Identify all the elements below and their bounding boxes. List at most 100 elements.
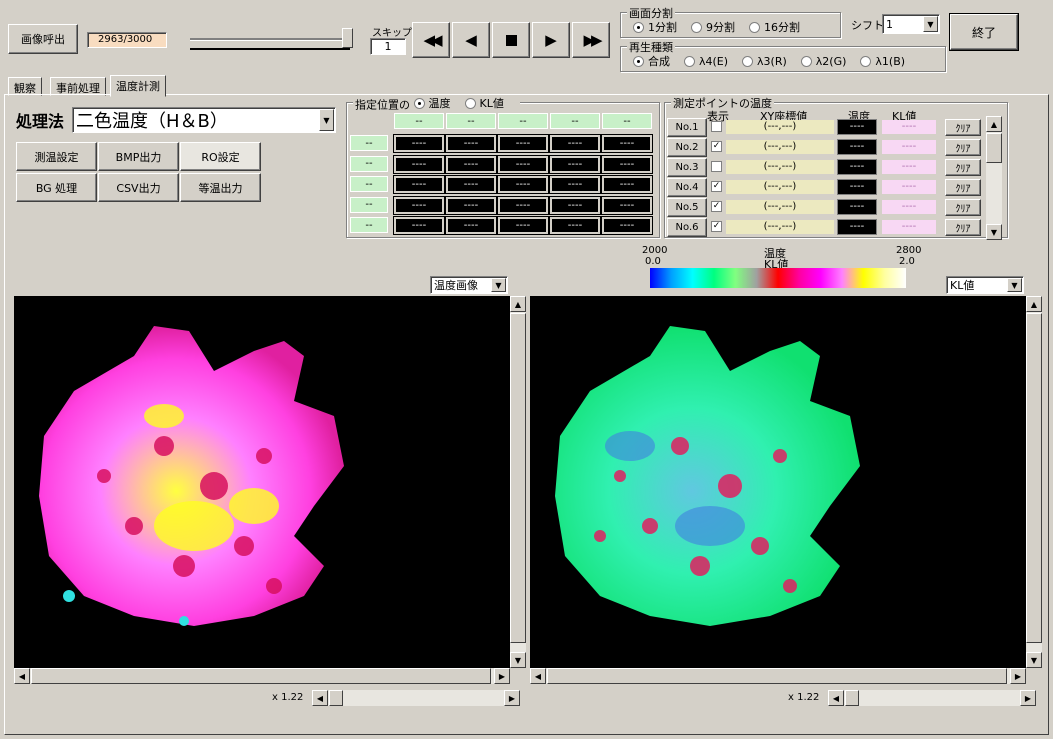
chevron-down-icon[interactable]: ▼ [923, 16, 938, 32]
bg-process-button[interactable]: BG 処理 [16, 173, 97, 202]
scroll-up-icon[interactable]: ▲ [1026, 296, 1042, 312]
right-vscroll[interactable]: ▲ ▼ [1026, 296, 1042, 668]
scroll-right-icon[interactable]: ▶ [1010, 668, 1026, 684]
left-vscroll[interactable]: ▲ ▼ [510, 296, 526, 668]
playback-option-4[interactable]: λ1(B) [860, 55, 905, 68]
show-checkbox[interactable] [711, 161, 722, 172]
skip-input[interactable]: 1 [370, 38, 406, 55]
scroll-right-icon[interactable]: ▶ [1020, 690, 1036, 706]
scroll-up-icon[interactable]: ▲ [986, 116, 1002, 132]
scroll-up-icon[interactable]: ▲ [510, 296, 526, 312]
playback-option-1[interactable]: λ4(E) [684, 55, 728, 68]
method-select[interactable]: 二色温度（H＆B） ▼ [72, 107, 336, 133]
measure-point-button[interactable]: No.3 [667, 158, 707, 177]
zoom-thumb[interactable] [845, 690, 859, 706]
position-cell: ---- [601, 216, 653, 235]
scroll-left-icon[interactable]: ◀ [530, 668, 546, 684]
radio-icon[interactable] [742, 55, 754, 67]
zoom-thumb[interactable] [329, 690, 343, 706]
show-checkbox[interactable] [711, 121, 722, 132]
radio-icon[interactable] [464, 97, 476, 109]
measure-point-button[interactable]: No.1 [667, 118, 707, 137]
playback-option-label: 合成 [648, 55, 670, 68]
position-cell: ---- [393, 154, 445, 174]
csv-output-button[interactable]: CSV出力 [98, 173, 179, 202]
show-checkbox[interactable]: ✓ [711, 201, 722, 212]
position-row-header: -- [350, 217, 388, 233]
measure-point-button[interactable]: No.2 [667, 138, 707, 157]
bmp-output-button[interactable]: BMP出力 [98, 142, 179, 171]
show-checkbox[interactable]: ✓ [711, 181, 722, 192]
scroll-thumb[interactable] [31, 668, 491, 684]
clear-button[interactable]: ｸﾘｱ [945, 199, 981, 216]
left-view-select[interactable]: 温度画像 ▼ [430, 276, 508, 294]
radio-icon[interactable] [684, 55, 695, 67]
scroll-thumb[interactable] [510, 313, 526, 643]
split-option-0[interactable]: 1分割 [633, 19, 677, 35]
clear-button[interactable]: ｸﾘｱ [945, 219, 981, 236]
measure-point-button[interactable]: No.5 [667, 198, 707, 217]
scroll-down-icon[interactable]: ▼ [510, 652, 526, 668]
ro-setting-button[interactable]: RO設定 [180, 142, 261, 171]
playback-slider[interactable] [180, 26, 362, 56]
chevron-down-icon[interactable]: ▼ [319, 109, 334, 131]
show-checkbox[interactable]: ✓ [711, 141, 722, 152]
position-option-0[interactable]: 温度 [413, 95, 451, 111]
right-zoom-slider[interactable]: ◀ ▶ [828, 690, 1036, 706]
radio-icon[interactable] [800, 55, 812, 67]
scroll-left-icon[interactable]: ◀ [828, 690, 844, 706]
radio-icon[interactable] [749, 21, 760, 33]
scroll-thumb[interactable] [986, 133, 1002, 163]
measure-scrollbar[interactable]: ▲ ▼ [986, 116, 1002, 240]
scroll-left-icon[interactable]: ◀ [14, 668, 30, 684]
left-zoom-slider[interactable]: ◀ ▶ [312, 690, 520, 706]
chevron-down-icon[interactable]: ▼ [1007, 278, 1022, 292]
scroll-down-icon[interactable]: ▼ [986, 224, 1002, 240]
clear-button[interactable]: ｸﾘｱ [945, 119, 981, 136]
clear-button[interactable]: ｸﾘｱ [945, 159, 981, 176]
radio-icon[interactable] [413, 97, 425, 109]
clear-button[interactable]: ｸﾘｱ [945, 139, 981, 156]
slider-thumb[interactable] [342, 28, 354, 48]
radio-icon[interactable] [860, 55, 872, 67]
stop-button[interactable] [492, 22, 530, 58]
split-option-2[interactable]: 16分割 [749, 19, 800, 35]
play-button[interactable]: ▶ [532, 22, 570, 58]
scroll-right-icon[interactable]: ▶ [494, 668, 510, 684]
step-back-button[interactable]: ◀ [452, 22, 490, 58]
temp-setting-button[interactable]: 測温設定 [16, 142, 97, 171]
radio-icon[interactable] [633, 21, 644, 33]
end-button[interactable]: 終了 [949, 13, 1019, 51]
show-checkbox[interactable]: ✓ [711, 221, 722, 232]
radio-icon[interactable] [691, 21, 702, 33]
scroll-thumb[interactable] [1026, 313, 1042, 643]
position-option-1[interactable]: KL値 [464, 95, 504, 111]
left-hscroll[interactable]: ◀ ▶ [14, 668, 510, 684]
isotherm-output-button[interactable]: 等温出力 [180, 173, 261, 202]
playback-option-3[interactable]: λ2(G) [800, 55, 846, 68]
scroll-left-icon[interactable]: ◀ [312, 690, 328, 706]
measure-point-button[interactable]: No.6 [667, 218, 707, 237]
rewind-button[interactable]: ◀◀ [412, 22, 450, 58]
load-image-button[interactable]: 画像呼出 [8, 24, 78, 54]
scroll-thumb[interactable] [547, 668, 1007, 684]
right-hscroll[interactable]: ◀ ▶ [530, 668, 1026, 684]
clear-button[interactable]: ｸﾘｱ [945, 179, 981, 196]
shift-select[interactable]: 1 ▼ [882, 14, 940, 34]
playback-option-0[interactable]: 合成 [633, 53, 670, 69]
kl-image[interactable] [530, 296, 1026, 668]
radio-icon[interactable] [633, 55, 644, 67]
temperature-image[interactable] [14, 296, 510, 668]
measure-point-button[interactable]: No.4 [667, 178, 707, 197]
fast-forward-button[interactable]: ▶▶ [572, 22, 610, 58]
playback-option-2[interactable]: λ3(R) [742, 55, 787, 68]
scroll-right-icon[interactable]: ▶ [504, 690, 520, 706]
scroll-down-icon[interactable]: ▼ [1026, 652, 1042, 668]
position-option-label: 温度 [428, 97, 451, 110]
position-row-header: -- [350, 196, 388, 213]
split-option-1[interactable]: 9分割 [691, 19, 735, 35]
kl-value: ---- [882, 180, 936, 194]
tab-temperature[interactable]: 温度計測 [110, 75, 166, 97]
right-view-select[interactable]: KL値 ▼ [946, 276, 1024, 294]
chevron-down-icon[interactable]: ▼ [491, 278, 506, 292]
